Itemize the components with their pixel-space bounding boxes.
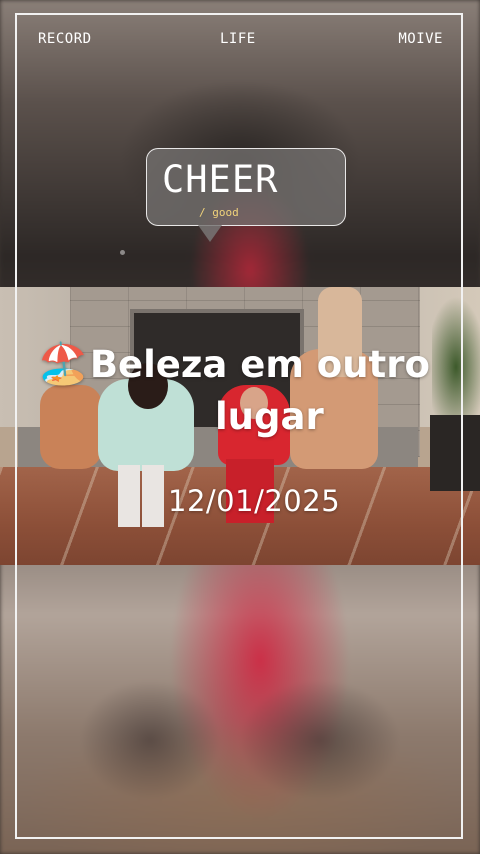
- beach-umbrella-icon: 🏖️: [38, 341, 88, 387]
- record-label: RECORD: [38, 31, 92, 47]
- post-title-line2: lugar: [215, 395, 324, 438]
- life-label: LIFE: [220, 31, 256, 47]
- photo-girl-leg: [118, 465, 140, 527]
- bubble-title: CHEER: [162, 158, 279, 201]
- post-title: 🏖️Beleza em outro lugar: [38, 338, 458, 443]
- bubble-subtitle: / good: [199, 206, 239, 219]
- photo-girl-leg: [142, 465, 164, 527]
- post-date: 12/01/2025: [168, 484, 341, 518]
- moive-label: MOIVE: [398, 31, 443, 47]
- speech-bubble-tail: [198, 225, 222, 242]
- post-title-line1: Beleza em outro: [89, 343, 430, 386]
- bokeh-dot: [120, 250, 125, 255]
- story-screen: RECORD LIFE MOIVE CHEER / good 🏖️Beleza …: [0, 0, 480, 854]
- speech-bubble: CHEER / good: [146, 148, 346, 226]
